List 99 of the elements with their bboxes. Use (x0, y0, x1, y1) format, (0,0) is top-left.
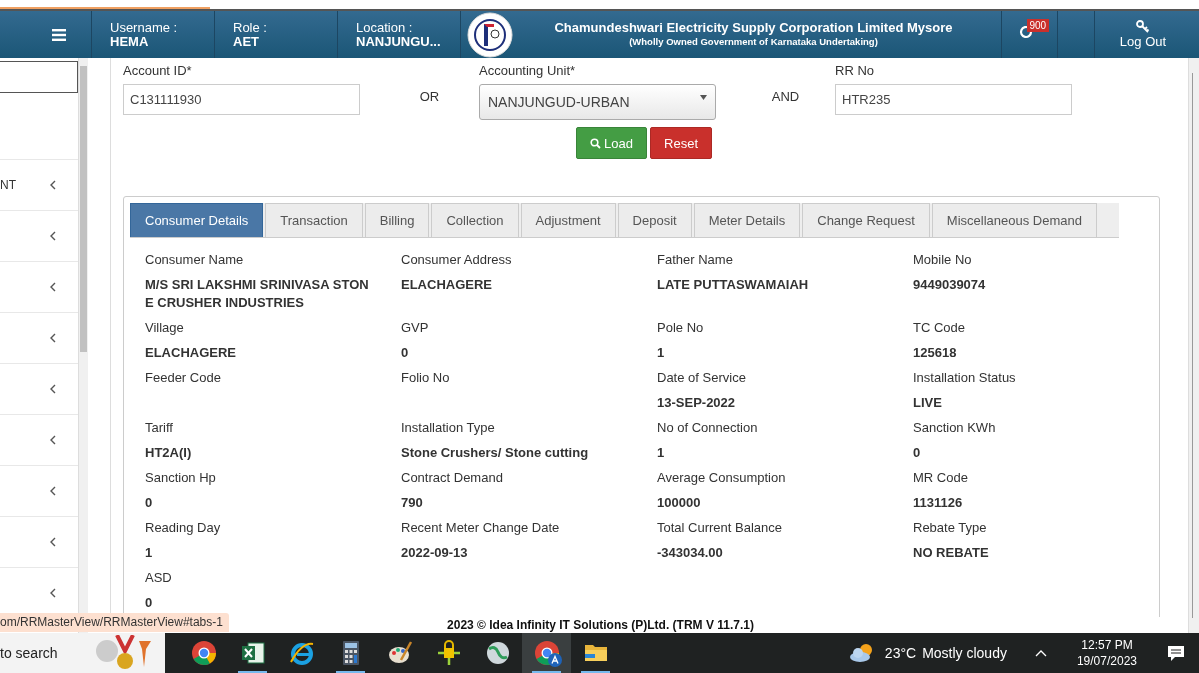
user-field-label: Username : (110, 20, 179, 35)
rr-no-field[interactable]: HTR235 (835, 84, 1072, 115)
tab[interactable]: Consumer Details (130, 203, 264, 237)
accounting-unit-dropdown[interactable]: NANJUNGUD-URBAN (479, 84, 716, 120)
detail-label: Installation Type (401, 420, 496, 436)
detail-label: Average Consumption (657, 470, 787, 486)
detail-value: HT2A(I) (145, 444, 193, 462)
detail-value: M/S SRI LAKSHMI SRINIVASA STON E CRUSHER INDUSTRIES (145, 276, 370, 312)
detail-label: Consumer Name (145, 252, 245, 268)
lock-icon (435, 640, 462, 666)
detail-label: Installation Status (913, 370, 1017, 386)
detail-value: 0 (913, 444, 922, 462)
menu-icon[interactable] (52, 28, 66, 41)
detail-label: Total Current Balance (657, 520, 783, 536)
detail-label: No of Connection (657, 420, 759, 436)
detail-label: Contract Demand (401, 470, 504, 486)
tab[interactable]: Deposit (617, 203, 692, 237)
detail-label: Feeder Code (145, 370, 222, 386)
tab[interactable]: Collection (431, 203, 519, 237)
detail-value: 1 (657, 444, 666, 462)
detail-label: TC Code (913, 320, 967, 336)
or-label: OR (418, 88, 441, 104)
detail-value: ELACHAGERE (401, 276, 493, 294)
detail-value: NO REBATE (913, 544, 990, 562)
tab[interactable]: Transaction (265, 203, 363, 237)
detail-value: 0 (145, 494, 154, 512)
account-id-field[interactable]: C131111930 (123, 84, 360, 115)
detail-label: MR Code (913, 470, 969, 486)
detail-value: 9449039074 (913, 276, 987, 294)
logout-button[interactable]: Log Out (1095, 11, 1199, 58)
detail-value: 790 (401, 494, 424, 512)
detail-value: 1 (145, 544, 154, 562)
clock-date: 19/07/2023 (1076, 653, 1137, 669)
detail-value: LATE PUTTASWAMAIAH (657, 276, 810, 294)
temperature-text: 23°C (884, 645, 917, 661)
weather-text: Mostly cloudy (922, 645, 1007, 661)
field-label: RR No (835, 64, 875, 78)
detail-value: 0 (401, 344, 410, 362)
notifications-icon[interactable] (1167, 644, 1185, 662)
taskbar-app[interactable] (522, 633, 571, 673)
detail-value: 1 (657, 344, 666, 362)
detail-label: Recent Meter Change Date (401, 520, 561, 536)
detail-value: 125618 (913, 344, 958, 362)
weather-icon (848, 642, 875, 664)
footer-text: 2023 © Idea Infinity IT Solutions (P)Ltd. (TRM V 11.7.1) (447, 618, 754, 632)
field-label: Account ID* (123, 64, 193, 78)
detail-label: GVP (401, 320, 430, 336)
tab[interactable]: Adjustment (520, 203, 616, 237)
detail-value: -343034.00 (657, 544, 724, 562)
detail-value: LIVE (913, 394, 943, 412)
clock-time: 12:57 PM (1081, 637, 1133, 653)
chevron-up-icon[interactable] (1034, 649, 1047, 657)
reset-button[interactable]: Reset (650, 127, 712, 159)
detail-label: Pole No (657, 320, 705, 336)
user-field-value: NANJUNGU... (356, 34, 442, 49)
load-button[interactable]: Load (576, 127, 648, 159)
user-field-label: Role : (233, 20, 268, 35)
detail-value: Stone Crushers/ Stone cutting (401, 444, 590, 462)
and-label: AND (770, 88, 801, 104)
detail-label: Rebate Type (913, 520, 988, 536)
user-field-value: HEMA (110, 34, 150, 49)
detail-label: Sanction Hp (145, 470, 217, 486)
detail-label: Sanction KWh (913, 420, 997, 436)
profile-badge-icon (548, 653, 562, 667)
detail-value: 0 (145, 594, 154, 612)
key-icon (1136, 20, 1150, 34)
notification-badge: 900 (1026, 19, 1050, 32)
user-field-label: Location : (356, 20, 414, 35)
palette-icon (386, 640, 413, 666)
tab[interactable]: Miscellaneous Demand (931, 203, 1097, 237)
user-field-value: AET (233, 34, 260, 49)
detail-label: Date of Service (657, 370, 747, 386)
field-label: Accounting Unit* (479, 64, 577, 78)
organization-title: Chamundeshwari Electricity Supply Corporation Limited Mysore (554, 20, 953, 35)
detail-label: Consumer Address (401, 252, 513, 268)
detail-value: 13-SEP-2022 (657, 394, 737, 412)
caret-icon (700, 94, 707, 100)
tab[interactable]: Change Request (802, 203, 930, 237)
detail-label: Folio No (401, 370, 451, 386)
detail-label: Reading Day (145, 520, 222, 536)
detail-value: 2022-09-13 (401, 544, 469, 562)
detail-label: Tariff (145, 420, 174, 436)
scrollbar[interactable] (1188, 58, 1199, 633)
detail-value: ELACHAGERE (145, 344, 237, 362)
detail-label: Mobile No (913, 252, 973, 268)
detail-label: Father Name (657, 252, 734, 268)
detail-label: ASD (145, 570, 173, 586)
spreadsheet-icon (239, 640, 266, 666)
tab[interactable]: Meter Details (693, 203, 801, 237)
status-url-tooltip: om/RRMasterView/RRMasterView#tabs-1 (0, 613, 229, 632)
organization-subtitle: (Wholly Owned Government of Karnataka Undertaking) (629, 35, 878, 49)
taskbar-search-field[interactable]: to search (0, 633, 95, 673)
detail-label: Village (145, 320, 185, 336)
detail-value: 1131126 (913, 494, 964, 512)
search-icon (590, 137, 602, 149)
detail-value: 100000 (657, 494, 702, 512)
tab[interactable]: Billing (364, 203, 430, 237)
chrome-icon (190, 640, 217, 666)
browser-icon (288, 640, 315, 666)
